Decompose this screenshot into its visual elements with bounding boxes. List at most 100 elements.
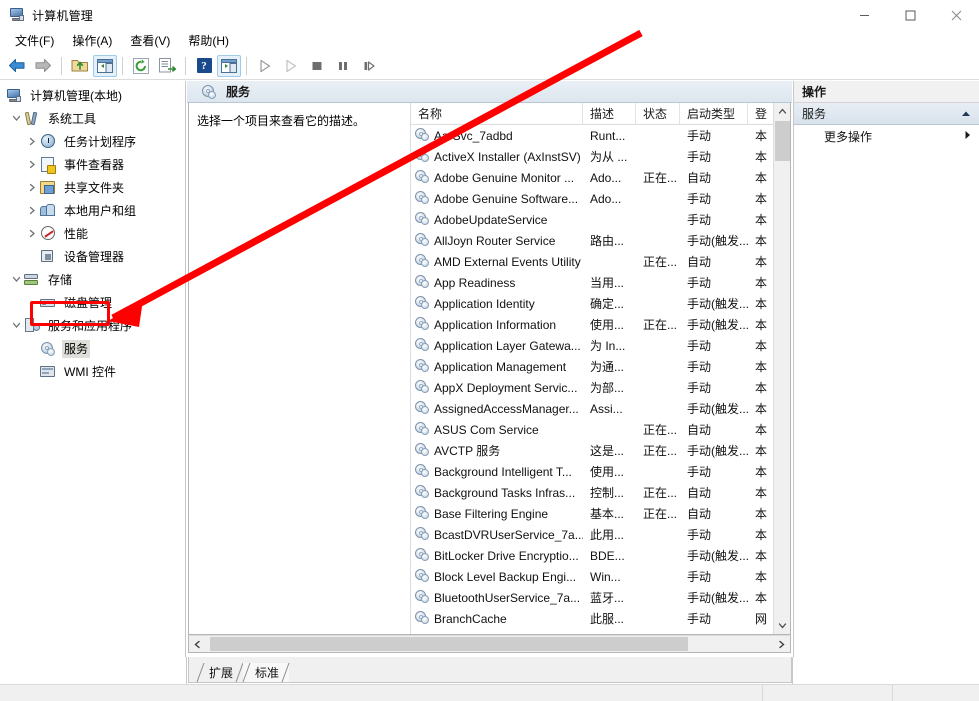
maximize-button[interactable]: [887, 0, 933, 30]
close-button[interactable]: [933, 0, 979, 30]
tree-node-performance[interactable]: 性能: [0, 222, 185, 245]
cell-name: App Readiness: [411, 275, 583, 290]
chevron-right-icon[interactable]: [24, 203, 40, 219]
tree-node-storage[interactable]: 存储: [0, 268, 185, 291]
view-tabs[interactable]: 扩展 标准: [188, 657, 792, 683]
tab-extended[interactable]: 扩展: [196, 663, 244, 682]
tree-node-services[interactable]: 服务: [0, 337, 185, 360]
tree-node-device-manager[interactable]: 设备管理器: [0, 245, 185, 268]
cell-name: AssignedAccessManager...: [411, 401, 583, 416]
table-row[interactable]: Adobe Genuine Monitor ... Ado... 正在... 自动 本: [411, 167, 790, 188]
table-row[interactable]: BcastDVRUserService_7a... 此用... 手动 本: [411, 524, 790, 545]
stop-service-button[interactable]: [304, 54, 330, 78]
table-row[interactable]: AssignedAccessManager... Assi... 手动(触发... 本: [411, 398, 790, 419]
cell-name: Base Filtering Engine: [411, 506, 583, 521]
tree-node-shared-folders[interactable]: 共享文件夹: [0, 176, 185, 199]
table-row[interactable]: Background Intelligent T... 使用... 手动 本: [411, 461, 790, 482]
chevron-right-icon[interactable]: [24, 134, 40, 150]
table-row[interactable]: ASUS Com Service 正在... 自动 本: [411, 419, 790, 440]
cell-logon-as: 本: [755, 297, 768, 311]
tree-node-system-tools[interactable]: 系统工具: [0, 107, 185, 130]
status-bar: [0, 684, 979, 701]
table-row[interactable]: Background Tasks Infras... 控制... 正在... 自动 本: [411, 482, 790, 503]
table-row[interactable]: AllJoyn Router Service 路由... 手动(触发... 本: [411, 230, 790, 251]
chevron-right-icon[interactable]: [24, 180, 40, 196]
table-row[interactable]: AMD External Events Utility 正在... 自动 本: [411, 251, 790, 272]
chevron-right-icon[interactable]: [24, 226, 40, 242]
restart-service-button[interactable]: [356, 54, 382, 78]
menu-help[interactable]: 帮助(H): [179, 31, 238, 51]
chevron-right-icon[interactable]: [24, 157, 40, 173]
table-row[interactable]: AarSvc_7adbd Runt... 手动 本: [411, 125, 790, 146]
table-row[interactable]: AppX Deployment Servic... 为部... 手动 本: [411, 377, 790, 398]
menu-file[interactable]: 文件(F): [6, 31, 63, 51]
service-gear-icon: [415, 296, 431, 311]
tree-node-services-applications[interactable]: 服务和应用程序: [0, 314, 185, 337]
help-button[interactable]: ?: [191, 54, 217, 78]
console-tree[interactable]: 计算机管理(本地) 系统工具 任务计划程序 事件查看器 共享文件夹 本地用户和组…: [0, 81, 186, 657]
service-gear-icon: [415, 422, 431, 437]
horizontal-scrollbar[interactable]: [188, 635, 791, 653]
actions-group-services[interactable]: 服务: [794, 103, 979, 125]
tree-node-local-users-groups[interactable]: 本地用户和组: [0, 199, 185, 222]
cell-description: Assi...: [590, 401, 623, 416]
scrollbar-thumb[interactable]: [775, 121, 790, 161]
table-row[interactable]: AdobeUpdateService 手动 本: [411, 209, 790, 230]
tab-standard[interactable]: 标准: [242, 663, 290, 682]
chevron-right-icon[interactable]: [964, 130, 971, 142]
tree-node-task-scheduler[interactable]: 任务计划程序: [0, 130, 185, 153]
service-gear-icon: [415, 170, 431, 185]
table-row[interactable]: Application Information 使用... 正在... 手动(触发..…: [411, 314, 790, 335]
tree-node-event-viewer[interactable]: 事件查看器: [0, 153, 185, 176]
back-button[interactable]: [4, 54, 30, 78]
scroll-down-icon[interactable]: [774, 617, 790, 634]
column-header-name[interactable]: 名称: [411, 103, 583, 124]
chevron-down-icon[interactable]: [8, 272, 24, 288]
table-row[interactable]: Application Management 为通... 手动 本: [411, 356, 790, 377]
cell-startup-type: 手动(触发...: [687, 318, 748, 332]
table-row[interactable]: Adobe Genuine Software... Ado... 手动 本: [411, 188, 790, 209]
table-row[interactable]: Block Level Backup Engi... Win... 手动 本: [411, 566, 790, 587]
action-more-actions[interactable]: 更多操作: [794, 125, 979, 147]
tree-node-computer-management[interactable]: 计算机管理(本地): [0, 84, 185, 107]
scroll-right-icon[interactable]: [773, 636, 790, 652]
column-header-startup-type[interactable]: 启动类型: [680, 103, 748, 124]
resume-service-button[interactable]: [278, 54, 304, 78]
table-row[interactable]: BitLocker Drive Encryptio... BDE... 手动(触发.…: [411, 545, 790, 566]
service-name: Application Management: [434, 359, 567, 374]
table-row[interactable]: BluetoothUserService_7a... 蓝牙... 手动(触发... 本: [411, 587, 790, 608]
export-list-button[interactable]: [154, 54, 180, 78]
chevron-down-icon[interactable]: [8, 318, 24, 334]
menu-view[interactable]: 查看(V): [121, 31, 179, 51]
menu-action[interactable]: 操作(A): [63, 31, 121, 51]
tree-node-wmi-control[interactable]: WMI 控件: [0, 360, 185, 383]
table-row[interactable]: Application Identity 确定... 手动(触发... 本: [411, 293, 790, 314]
forward-button[interactable]: [30, 54, 56, 78]
table-row[interactable]: Base Filtering Engine 基本... 正在... 自动 本: [411, 503, 790, 524]
table-row[interactable]: App Readiness 当用... 手动 本: [411, 272, 790, 293]
table-row[interactable]: ActiveX Installer (AxInstSV) 为从 ... 手动 本: [411, 146, 790, 167]
show-hide-tree-button[interactable]: [93, 54, 117, 77]
refresh-button[interactable]: [128, 54, 154, 78]
services-list[interactable]: 名称 描述 状态 启动类型 登 AarSvc_7adbd Runt... 手动本 Ac…: [411, 103, 790, 634]
hscrollbar-thumb[interactable]: [210, 637, 688, 651]
table-row[interactable]: Application Layer Gatewa... 为 In... 手动 本: [411, 335, 790, 356]
scroll-up-icon[interactable]: [774, 103, 790, 120]
services-applications-icon: [24, 317, 41, 334]
chevron-down-icon[interactable]: [8, 111, 24, 127]
column-header-description[interactable]: 描述: [583, 103, 636, 124]
list-column-headers: 名称 描述 状态 启动类型 登: [411, 103, 790, 125]
chevron-up-icon[interactable]: [961, 109, 971, 119]
start-service-button[interactable]: [252, 54, 278, 78]
up-folder-button[interactable]: [67, 54, 93, 78]
vertical-scrollbar[interactable]: [773, 103, 790, 634]
table-row[interactable]: AVCTP 服务 这是... 正在... 手动(触发... 本: [411, 440, 790, 461]
scroll-left-icon[interactable]: [189, 636, 206, 652]
properties-pane-button[interactable]: [217, 54, 241, 77]
column-header-status[interactable]: 状态: [636, 103, 680, 124]
column-header-logon-as[interactable]: 登: [748, 103, 770, 124]
table-row[interactable]: BranchCache 此服... 手动 网: [411, 608, 790, 629]
minimize-button[interactable]: [841, 0, 887, 30]
tree-node-disk-management[interactable]: 磁盘管理: [0, 291, 185, 314]
pause-service-button[interactable]: [330, 54, 356, 78]
